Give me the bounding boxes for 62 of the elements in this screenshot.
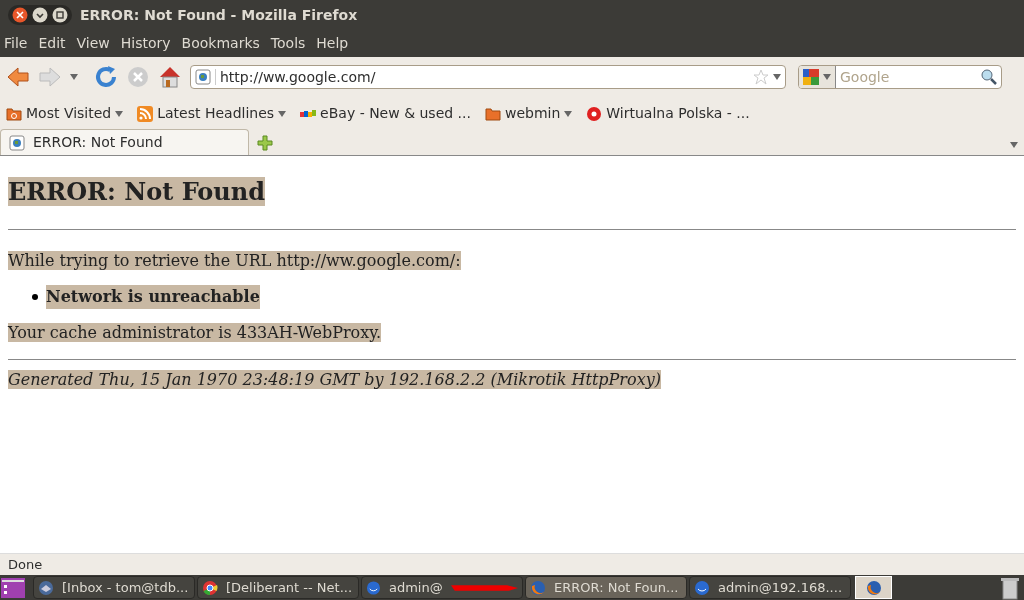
bookmark-item[interactable]: eBay - New & used ... (300, 103, 471, 124)
error-heading: ERROR: Not Found (8, 177, 266, 206)
caret-icon (115, 109, 124, 118)
taskbar-button[interactable]: ERROR: Not Foun... (525, 576, 687, 599)
page-icon (195, 69, 211, 85)
launcher-button[interactable] (855, 576, 892, 599)
menu-item[interactable]: View (76, 33, 110, 54)
folder-icon (6, 105, 22, 122)
google-g-icon[interactable] (803, 69, 819, 85)
app-logo-icon (694, 579, 710, 596)
menu-item[interactable]: File (4, 33, 28, 54)
admin-text: Your cache administrator is 433AH-WebProxy. (8, 323, 382, 342)
home-icon[interactable] (158, 65, 182, 89)
url-field[interactable]: http://ww.google.com/ (190, 65, 786, 89)
folder-icon (484, 105, 501, 122)
minimize-icon[interactable] (32, 7, 48, 23)
caret-icon (823, 73, 831, 81)
page-icon (9, 134, 25, 151)
status-text: Done (8, 555, 43, 574)
feed-icon (137, 105, 154, 122)
desktop-icon[interactable] (1, 577, 25, 598)
menu-item[interactable]: Edit (38, 33, 66, 54)
app-logo-icon (366, 579, 381, 596)
bookmark-item[interactable]: Most Visited (6, 103, 124, 124)
menu-item[interactable]: History (120, 33, 171, 54)
caret-icon (564, 109, 573, 118)
menu-item[interactable]: Help (316, 33, 349, 54)
intro-text: While trying to retrieve the URL http://ww.google.com/: (8, 251, 461, 270)
bookmark-item[interactable]: Wirtualna Polska - ... (586, 103, 750, 124)
taskbar-button[interactable]: [Inbox - tom@tdb... (33, 576, 195, 599)
bird-icon (38, 579, 54, 596)
star-icon[interactable] (753, 69, 769, 85)
bookmark-item[interactable]: webmin (484, 103, 573, 124)
fox-globe-icon (865, 579, 882, 596)
caret-icon (278, 109, 287, 118)
fox-globe-icon (530, 579, 546, 596)
taskbar-button[interactable]: admin@192.168.... (689, 576, 851, 599)
reload-icon[interactable] (94, 65, 118, 89)
bookmark-item[interactable]: Latest Headlines (137, 103, 287, 124)
trash-icon[interactable] (1000, 575, 1020, 600)
back-arrow-icon[interactable] (6, 65, 30, 89)
error-reason: Network is unreachable (46, 285, 260, 309)
url-text: http://ww.google.com/ (220, 67, 377, 87)
caret-icon (1010, 141, 1018, 149)
taskbar-button[interactable]: [Deliberant -- Net... (197, 576, 359, 599)
footer-text: Generated Thu, 15 Jan 1970 23:48:19 GMT by 192.168.2.2 (Mikrotik HttpProxy) (8, 370, 661, 389)
menu-item[interactable]: Tools (270, 33, 306, 54)
multicolor-logo-icon (300, 107, 317, 120)
search-icon[interactable] (981, 69, 997, 85)
flower-icon (586, 105, 603, 122)
search-input[interactable]: Google (840, 66, 977, 88)
plus-icon[interactable] (257, 135, 273, 151)
maximize-icon[interactable] (52, 7, 68, 23)
taskbar-button[interactable]: admin@ (361, 576, 523, 599)
close-icon[interactable] (12, 7, 28, 23)
window-title: ERROR: Not Found - Mozilla Firefox (80, 5, 358, 25)
browser-tab[interactable]: ERROR: Not Found (0, 129, 249, 155)
caret-icon (70, 73, 78, 81)
caret-icon (773, 73, 781, 81)
menu-item[interactable]: Bookmarks (181, 33, 260, 54)
search-field[interactable]: Google (798, 65, 1002, 89)
browser-logo-icon (202, 579, 218, 596)
